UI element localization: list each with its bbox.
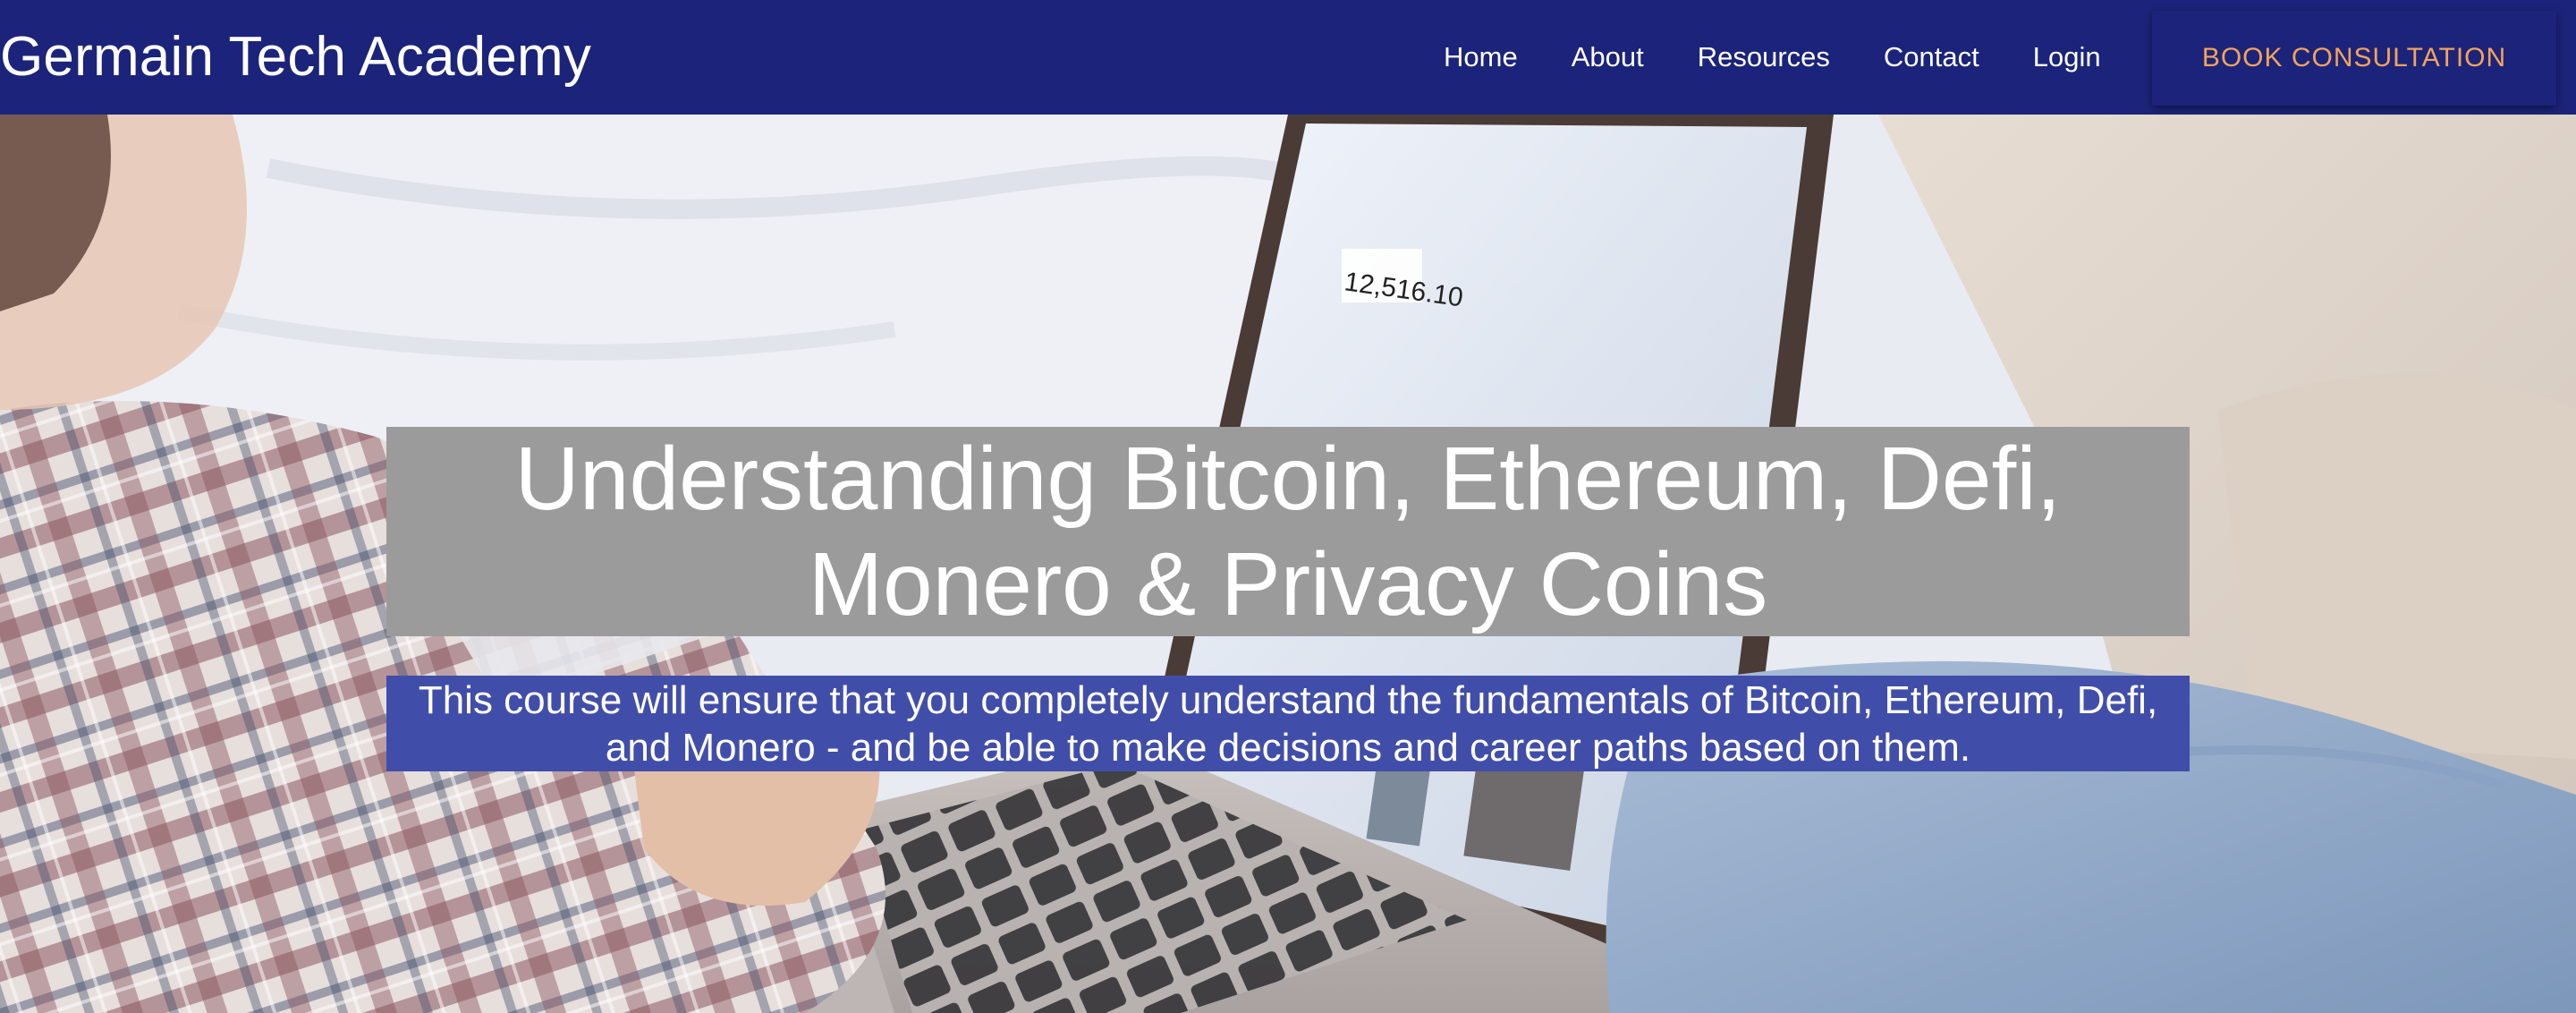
book-consultation-button[interactable]: BOOK CONSULTATION xyxy=(2152,11,2556,106)
nav-link-resources[interactable]: Resources xyxy=(1698,39,1830,75)
nav-links: Home About Resources Contact Login xyxy=(1444,39,2101,75)
subtitle-banner: This course will ensure that you complet… xyxy=(386,676,2190,771)
nav-link-home[interactable]: Home xyxy=(1444,39,1518,75)
page: Germain Tech Academy Home About Resource… xyxy=(0,0,2576,1013)
nav-link-login[interactable]: Login xyxy=(2033,39,2101,75)
headline-banner: Understanding Bitcoin, Ethereum, Defi, M… xyxy=(386,427,2190,636)
brand-logo-text[interactable]: Germain Tech Academy xyxy=(0,25,591,89)
navbar: Germain Tech Academy Home About Resource… xyxy=(0,0,2576,115)
page-title: Understanding Bitcoin, Ethereum, Defi, M… xyxy=(514,429,2062,634)
hero-subtitle: This course will ensure that you complet… xyxy=(418,677,2158,770)
hero-section: 12,516.10 Understanding Bitcoin, Ethereu… xyxy=(0,115,2576,1013)
nav-link-contact[interactable]: Contact xyxy=(1884,39,1979,75)
nav-link-about[interactable]: About xyxy=(1572,39,1644,75)
